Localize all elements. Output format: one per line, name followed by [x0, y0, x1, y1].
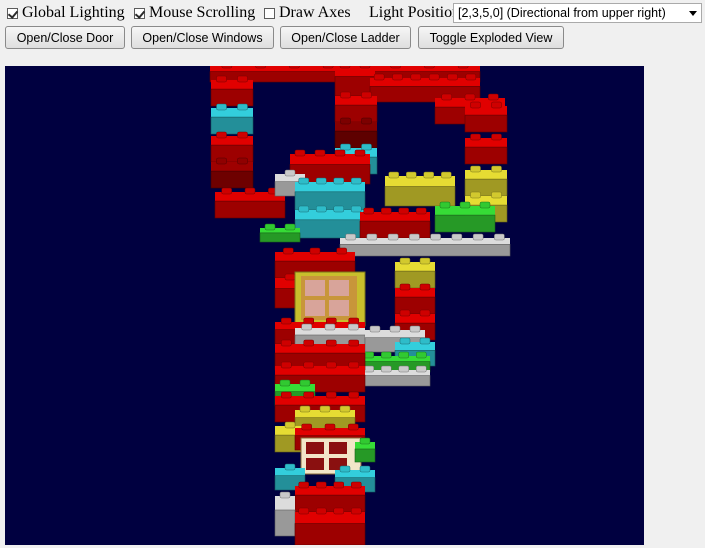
global-lighting-checkbox[interactable]: Global Lighting: [7, 2, 125, 24]
lego-brick: [294, 177, 366, 211]
light-position-value: [2,3,5,0] (Directional from upper right): [458, 6, 666, 20]
open-close-windows-button[interactable]: Open/Close Windows: [131, 26, 274, 49]
lego-brick: [210, 103, 254, 135]
lego-brick: [394, 257, 436, 289]
lego-tower-render[interactable]: [5, 66, 644, 545]
lego-brick: [214, 187, 286, 219]
draw-axes-checkbox[interactable]: Draw Axes: [264, 2, 351, 24]
lego-brick: [210, 157, 254, 189]
lego-brick: [464, 165, 508, 197]
toggle-exploded-view-button[interactable]: Toggle Exploded View: [418, 26, 564, 49]
3d-viewport[interactable]: [5, 66, 644, 545]
lego-brick: [394, 283, 436, 315]
open-close-ladder-button[interactable]: Open/Close Ladder: [280, 26, 411, 49]
lego-brick: [210, 75, 254, 107]
lego-brick: [294, 481, 366, 513]
lego-brick: [334, 117, 378, 149]
lego-brick: [334, 91, 378, 123]
dropdown-arrow-icon[interactable]: [689, 11, 697, 16]
checkbox-unchecked-icon[interactable]: [264, 7, 275, 19]
checkbox-checked-icon[interactable]: [7, 7, 18, 19]
light-position-select[interactable]: [2,3,5,0] (Directional from upper right): [453, 3, 702, 23]
global-lighting-label: Global Lighting: [22, 4, 125, 21]
lego-brick: [210, 131, 254, 163]
lego-brick: [384, 171, 456, 207]
light-position-label: Light Position:: [369, 4, 465, 21]
draw-axes-label: Draw Axes: [279, 4, 351, 21]
lego-brick: [294, 205, 366, 239]
lego-brick: [259, 223, 301, 243]
lego-brick: [274, 491, 296, 537]
lego-brick: [464, 101, 508, 133]
checkbox-checked-icon[interactable]: [134, 7, 145, 19]
lego-brick: [294, 507, 366, 545]
lego-brick: [464, 133, 508, 165]
roof-brick: [334, 66, 376, 97]
lego-brick: [359, 207, 431, 239]
window-lower[interactable]: [300, 437, 362, 475]
mouse-scrolling-checkbox[interactable]: Mouse Scrolling: [134, 2, 255, 24]
open-close-door-button[interactable]: Open/Close Door: [5, 26, 125, 49]
control-bar: Global Lighting Mouse Scrolling Draw Axe…: [0, 0, 705, 26]
roof-brick: [369, 73, 481, 103]
mouse-scrolling-label: Mouse Scrolling: [149, 4, 256, 21]
lego-brick: [434, 201, 496, 233]
